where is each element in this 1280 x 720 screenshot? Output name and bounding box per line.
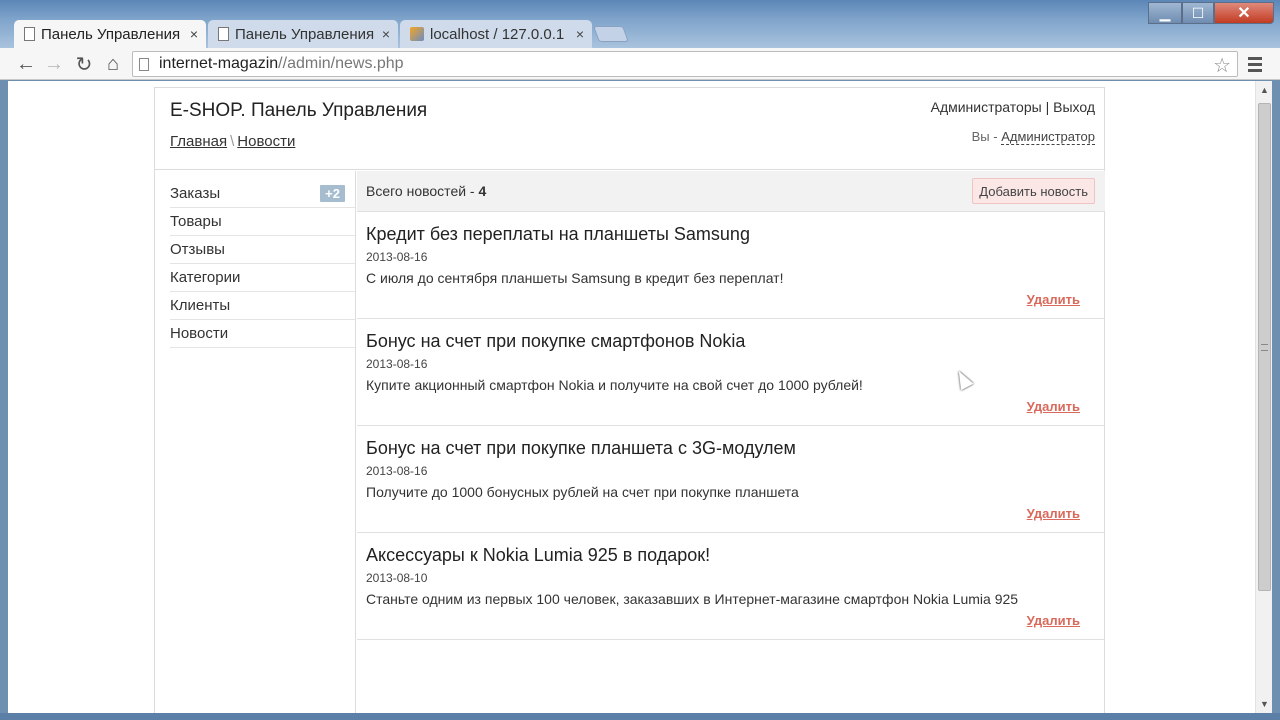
new-tab-button[interactable] bbox=[593, 26, 629, 42]
close-window-button[interactable]: ✕ bbox=[1214, 2, 1274, 24]
nav-separator: | bbox=[1045, 99, 1050, 115]
vertical-scrollbar[interactable]: ▲ ▼ bbox=[1255, 81, 1272, 713]
news-title: Бонус на счет при покупке планшета с 3G-… bbox=[366, 438, 796, 458]
sidebar-item-orders[interactable]: Заказы +2 bbox=[170, 180, 355, 208]
url-host: internet-magazin bbox=[159, 55, 279, 72]
news-text: Получите до 1000 бонусных рублей на счет… bbox=[366, 484, 799, 500]
close-tab-icon[interactable]: × bbox=[576, 26, 584, 42]
page-viewport: E-SHOP. Панель Управления Главная \ Новост… bbox=[8, 81, 1272, 713]
news-text: Купите акционный смартфон Nokia и получи… bbox=[366, 377, 863, 393]
sidebar-item-label: Заказы bbox=[170, 185, 221, 202]
sidebar-item-label: Товары bbox=[170, 213, 222, 230]
back-arrow-icon[interactable]: ← bbox=[14, 52, 38, 76]
scroll-down-arrow-icon[interactable]: ▼ bbox=[1260, 699, 1269, 709]
news-item: Бонус на счет при покупке смартфонов Nok… bbox=[357, 319, 1105, 426]
news-header-bar: Всего новостей - 4 Добавить новость bbox=[357, 171, 1105, 212]
sidebar-item-label: Клиенты bbox=[170, 297, 231, 314]
site-title: E-SHOP. Панель Управления bbox=[170, 100, 428, 121]
browser-tab-admin-panel-2[interactable]: Панель Управления × bbox=[208, 20, 398, 48]
news-date: 2013-08-16 bbox=[366, 464, 428, 478]
tab-title: Панель Управления bbox=[235, 25, 375, 43]
tab-title: Панель Управления bbox=[41, 25, 181, 43]
sidebar-item-clients[interactable]: Клиенты bbox=[170, 292, 355, 320]
browser-titlebar: Панель Управления × Панель Управления × … bbox=[0, 0, 1280, 48]
grip-icon bbox=[1261, 344, 1268, 351]
phpmyadmin-icon bbox=[410, 27, 424, 41]
news-text: С июля до сентября планшеты Samsung в кр… bbox=[366, 270, 784, 286]
admin-page: E-SHOP. Панель Управления Главная \ Новост… bbox=[154, 87, 1105, 713]
news-item: Аксессуары к Nokia Lumia 925 в подарок! … bbox=[357, 533, 1105, 640]
breadcrumb: Главная \ Новости bbox=[170, 133, 295, 150]
news-item: Бонус на счет при покупке планшета с 3G-… bbox=[357, 426, 1105, 533]
news-content: Всего новостей - 4 Добавить новость Кред… bbox=[357, 171, 1105, 640]
breadcrumb-home-link[interactable]: Главная bbox=[170, 133, 227, 150]
news-title: Бонус на счет при покупке смартфонов Nok… bbox=[366, 331, 746, 351]
home-icon[interactable]: ⌂ bbox=[101, 52, 125, 76]
breadcrumb-news-link[interactable]: Новости bbox=[237, 133, 295, 150]
news-item: Кредит без переплаты на планшеты Samsung… bbox=[357, 212, 1105, 319]
sidebar-item-news[interactable]: Новости bbox=[170, 320, 355, 348]
sidebar-item-label: Отзывы bbox=[170, 241, 225, 258]
browser-menu-icon[interactable] bbox=[1244, 52, 1266, 76]
user-role-link[interactable]: Администратор bbox=[1001, 129, 1095, 145]
news-date: 2013-08-16 bbox=[366, 357, 428, 371]
current-user: Вы - Администратор bbox=[971, 129, 1095, 145]
delete-news-link[interactable]: Удалить bbox=[1027, 613, 1080, 628]
news-total-count: 4 bbox=[478, 183, 487, 199]
browser-tab-admin-panel[interactable]: Панель Управления × bbox=[14, 20, 206, 48]
url-path: //admin/news.php bbox=[278, 55, 404, 72]
you-label: Вы - bbox=[971, 129, 998, 144]
page-header: E-SHOP. Панель Управления Главная \ Новост… bbox=[155, 88, 1104, 170]
window-bottom-border bbox=[0, 713, 1280, 720]
news-total: Всего новостей - 4 bbox=[366, 183, 486, 199]
minimize-window-button[interactable]: ▁ bbox=[1148, 2, 1182, 24]
sidebar-item-reviews[interactable]: Отзывы bbox=[170, 236, 355, 264]
sidebar-item-label: Новости bbox=[170, 325, 229, 342]
logout-link[interactable]: Выход bbox=[1053, 99, 1095, 115]
sidebar-item-label: Категории bbox=[170, 269, 241, 286]
page-icon bbox=[139, 57, 149, 71]
news-date: 2013-08-16 bbox=[366, 250, 428, 264]
browser-tab-phpmyadmin[interactable]: localhost / 127.0.0.1 × bbox=[400, 20, 592, 48]
sidebar: Заказы +2 Товары Отзывы Категории Клиент… bbox=[155, 171, 356, 713]
news-text: Станьте одним из первых 100 человек, зак… bbox=[366, 591, 1019, 607]
tab-title: localhost / 127.0.0.1 bbox=[430, 25, 565, 43]
maximize-window-button[interactable]: ☐ bbox=[1182, 2, 1214, 24]
orders-count-badge: +2 bbox=[320, 185, 345, 202]
close-tab-icon[interactable]: × bbox=[382, 26, 390, 42]
delete-news-link[interactable]: Удалить bbox=[1027, 399, 1080, 414]
scroll-up-arrow-icon[interactable]: ▲ bbox=[1260, 85, 1269, 95]
close-tab-icon[interactable]: × bbox=[190, 26, 198, 42]
bookmark-star-icon[interactable]: ☆ bbox=[1213, 53, 1231, 78]
browser-toolbar: ← → ↻ ⌂ internet-magazin//admin/news.php… bbox=[0, 48, 1280, 80]
add-news-button[interactable]: Добавить новость bbox=[972, 178, 1095, 204]
document-icon bbox=[218, 27, 229, 41]
address-bar[interactable]: internet-magazin//admin/news.php ☆ bbox=[132, 51, 1238, 77]
sidebar-item-categories[interactable]: Категории bbox=[170, 264, 355, 292]
top-navigation: Администраторы | Выход bbox=[931, 99, 1095, 115]
forward-arrow-icon[interactable]: → bbox=[42, 52, 66, 76]
document-icon bbox=[24, 27, 35, 41]
reload-icon[interactable]: ↻ bbox=[72, 52, 96, 76]
news-date: 2013-08-10 bbox=[366, 571, 428, 585]
delete-news-link[interactable]: Удалить bbox=[1027, 292, 1080, 307]
scrollbar-thumb[interactable] bbox=[1258, 103, 1271, 591]
news-title: Кредит без переплаты на планшеты Samsung bbox=[366, 224, 750, 244]
sidebar-item-products[interactable]: Товары bbox=[170, 208, 355, 236]
administrators-link[interactable]: Администраторы bbox=[931, 99, 1042, 115]
delete-news-link[interactable]: Удалить bbox=[1027, 506, 1080, 521]
breadcrumb-separator: \ bbox=[230, 133, 235, 150]
news-total-label: Всего новостей - bbox=[366, 183, 479, 199]
news-title: Аксессуары к Nokia Lumia 925 в подарок! bbox=[366, 545, 711, 565]
